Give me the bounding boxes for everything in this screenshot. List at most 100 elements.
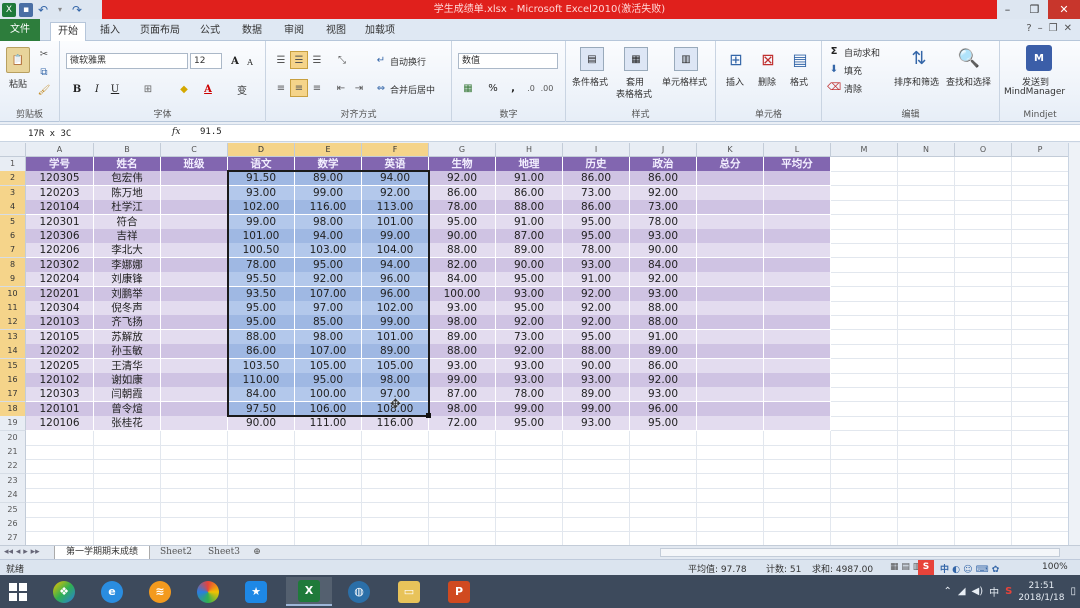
undo-dropdown-icon[interactable]: ▾ [53,3,67,17]
empty-cell[interactable] [1012,373,1068,388]
empty-cell[interactable] [955,171,1012,187]
table-cell[interactable]: 98.00 [362,373,429,388]
empty-cell[interactable] [831,185,898,201]
empty-cell[interactable] [1012,186,1068,201]
empty-cell[interactable] [630,517,697,532]
column-header-i[interactable]: I [563,143,630,157]
header-cell[interactable]: 姓名 [94,157,161,172]
header-cell[interactable]: 政治 [630,157,697,172]
empty-cell[interactable] [898,358,955,374]
empty-cell[interactable] [362,502,429,518]
merge-icon[interactable]: ⇔ [374,81,388,95]
empty-cell[interactable] [898,401,955,417]
bold-button[interactable]: B [70,81,84,97]
table-cell[interactable]: 120303 [26,387,94,403]
align-center-icon[interactable]: ≡ [290,79,308,97]
table-cell[interactable] [161,373,228,388]
empty-cell[interactable] [26,445,94,460]
column-header-n[interactable]: N [898,143,955,157]
empty-cell[interactable] [429,531,496,545]
row-header[interactable]: 1 [0,157,26,172]
taskbar-wifi[interactable]: ≋ [140,577,180,606]
tray-ime[interactable]: 中 [989,584,999,599]
taskbar-app-1[interactable]: ❖ [44,577,84,606]
empty-cell[interactable] [898,243,955,259]
row-header[interactable]: 19 [0,416,26,432]
table-cell[interactable]: 87.00 [496,229,563,244]
empty-cell[interactable] [295,488,362,504]
decrease-indent-icon[interactable]: ⇤ [334,81,348,95]
table-cell[interactable] [161,301,228,316]
table-cell[interactable]: 闫朝霞 [94,387,161,403]
empty-cell[interactable] [898,257,955,273]
empty-cell[interactable] [94,473,161,489]
taskbar-globe[interactable]: ◍ [336,577,382,606]
table-cell[interactable]: 86.00 [630,358,697,374]
table-cell[interactable]: 120201 [26,286,94,302]
table-cell[interactable]: 93.00 [563,416,630,432]
help-icon[interactable]: ? [1026,23,1031,34]
table-cell[interactable] [697,301,764,316]
table-cell[interactable]: 110.00 [228,373,295,388]
empty-cell[interactable] [764,430,831,446]
align-top-icon[interactable]: ☰ [274,53,288,67]
empty-cell[interactable] [362,517,429,532]
table-cell[interactable]: 93.00 [496,373,563,388]
empty-cell[interactable] [955,358,1012,374]
table-cell[interactable]: 92.00 [429,171,496,187]
empty-cell[interactable] [898,459,955,475]
mindmanager-label[interactable]: MindManager [1004,87,1065,97]
table-cell[interactable] [161,257,228,273]
table-cell[interactable]: 98.00 [295,214,362,230]
row-header[interactable]: 8 [0,257,26,273]
empty-cell[interactable] [697,488,764,504]
empty-cell[interactable] [496,488,563,504]
table-cell[interactable] [161,329,228,345]
empty-cell[interactable] [764,531,831,545]
table-cell[interactable]: 120306 [26,229,94,244]
accounting-format-icon[interactable]: ▦ [460,81,476,95]
table-cell[interactable]: 刘康锋 [94,272,161,288]
worksheet-grid[interactable]: A B C D E F G H I J K L M N O P 1 学号 姓名 班级 语文 数学 英语 生物 地理 历史 政治 总分平… [0,143,1068,545]
align-middle-icon[interactable]: ☰ [290,51,308,69]
empty-cell[interactable] [955,488,1012,504]
insert-cells-button[interactable]: 插入 [726,75,744,88]
column-header-f[interactable]: F [362,143,429,157]
empty-cell[interactable] [831,157,898,172]
network-icon[interactable]: ◢ [958,586,966,597]
table-cell[interactable]: 73.00 [563,185,630,201]
empty-cell[interactable] [831,171,898,187]
table-cell[interactable]: 刘鹏举 [94,286,161,302]
row-header[interactable]: 6 [0,229,26,244]
table-cell[interactable] [161,214,228,230]
empty-cell[interactable] [161,502,228,518]
table-cell[interactable]: 88.00 [563,344,630,360]
empty-cell[interactable] [1012,488,1068,504]
table-cell[interactable]: 95.00 [228,315,295,331]
delete-cells-icon[interactable]: ⊠ [756,47,780,71]
fill-icon[interactable]: ⬇ [828,63,840,75]
table-cell[interactable]: 92.00 [630,373,697,388]
table-cell[interactable]: 93.00 [630,387,697,403]
align-right-icon[interactable]: ≡ [310,81,324,95]
empty-cell[interactable] [1012,287,1068,302]
sort-filter-icon[interactable]: ⇅ [906,45,932,71]
table-cell[interactable]: 90.00 [496,257,563,273]
row-header[interactable]: 7 [0,243,26,259]
empty-cell[interactable] [764,459,831,475]
empty-cell[interactable] [295,445,362,460]
insert-cells-icon[interactable]: ⊞ [724,47,748,71]
empty-cell[interactable] [697,459,764,475]
table-cell[interactable]: 98.00 [429,401,496,417]
tab-formulas[interactable]: 公式 [194,22,226,41]
empty-cell[interactable] [831,502,898,518]
table-cell[interactable]: 84.00 [228,387,295,403]
tray-chevron-icon[interactable]: ⌃ [943,586,951,597]
table-cell[interactable]: 95.00 [496,301,563,316]
sheet-nav-buttons[interactable]: ◂◂ ◂ ▸ ▸▸ [4,546,48,560]
table-cell[interactable]: 96.00 [362,272,429,288]
table-cell[interactable]: 89.00 [630,344,697,360]
empty-cell[interactable] [898,272,955,288]
empty-cell[interactable] [764,502,831,518]
table-cell[interactable] [161,286,228,302]
